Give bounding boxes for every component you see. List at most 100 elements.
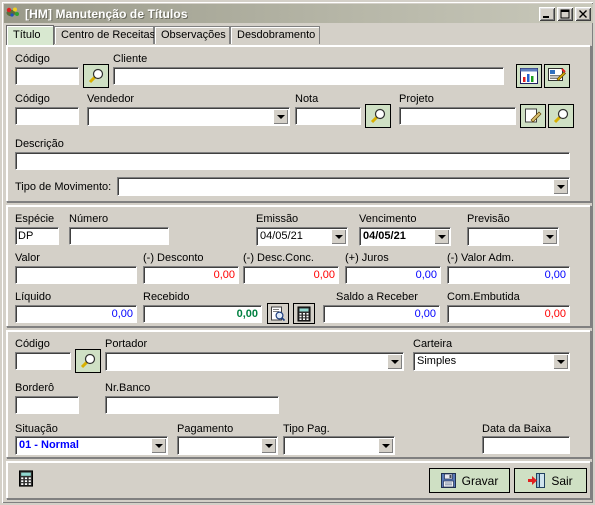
chevron-down-icon[interactable] — [378, 438, 393, 453]
nota-label: Nota — [295, 93, 319, 105]
save-label: Gravar — [461, 473, 499, 488]
codigo-label: Código — [15, 53, 50, 65]
portador-select[interactable] — [105, 352, 404, 371]
cliente-input[interactable] — [113, 67, 504, 85]
tab-titulo[interactable]: Título — [6, 25, 54, 45]
pagamento-select[interactable] — [177, 436, 278, 455]
projeto-edit-button[interactable] — [520, 104, 546, 128]
magnifier-page-icon — [271, 306, 286, 321]
projeto-search-button[interactable] — [548, 104, 574, 128]
saldo-input[interactable]: 0,00 — [323, 305, 440, 323]
situacao-label: Situação — [15, 423, 58, 435]
cliente-label: Cliente — [113, 53, 148, 65]
tab-label: Centro de Receitas — [61, 29, 156, 41]
nr-banco-label: Nr.Banco — [105, 382, 151, 394]
juros-input[interactable]: 0,00 — [345, 266, 441, 284]
vencimento-date-select[interactable]: 04/05/21 — [359, 227, 451, 246]
tab-desdobramento[interactable]: Desdobramento — [230, 26, 320, 44]
window-controls — [539, 6, 591, 21]
recebido-label: Recebido — [143, 291, 190, 303]
descricao-label: Descrição — [15, 138, 64, 150]
valor-label: Valor — [15, 252, 40, 264]
chevron-down-icon[interactable] — [331, 229, 346, 244]
numero-input[interactable] — [69, 227, 169, 245]
descricao-input[interactable] — [15, 152, 570, 170]
edit-photo-icon — [548, 68, 566, 81]
nr-banco-input[interactable] — [105, 396, 279, 414]
chevron-down-icon[interactable] — [261, 438, 276, 453]
footer-panel: Gravar Sair — [6, 461, 591, 499]
magnifier-icon — [88, 68, 104, 84]
bordero-label: Borderô — [15, 382, 55, 394]
chevron-down-icon[interactable] — [553, 179, 568, 194]
emissao-date-select[interactable]: 04/05/21 — [256, 227, 348, 246]
desc-conc-input[interactable]: 0,00 — [243, 266, 339, 284]
exit-button[interactable]: Sair — [514, 468, 587, 493]
nota-search-button[interactable] — [365, 104, 391, 128]
projeto-input[interactable] — [399, 107, 516, 125]
situacao-select[interactable]: 01 - Normal — [15, 436, 168, 455]
bordero-input[interactable] — [15, 396, 79, 414]
tab-strip: Título Centro de Receitas Observações De… — [6, 25, 591, 45]
bank-panel: Código Portador Carteira Simples Borderô… — [6, 330, 591, 458]
close-button[interactable] — [575, 6, 591, 21]
portador-codigo-input[interactable] — [15, 352, 71, 370]
footer-calculator-button[interactable] — [19, 470, 39, 490]
save-button[interactable]: Gravar — [429, 468, 510, 493]
codigo-vendedor-input[interactable] — [15, 107, 79, 125]
vendedor-select[interactable] — [87, 107, 290, 126]
projeto-label: Projeto — [399, 93, 434, 105]
chevron-down-icon[interactable] — [542, 229, 557, 244]
nota-input[interactable] — [295, 107, 361, 125]
chevron-down-icon[interactable] — [553, 354, 568, 369]
client-chart-button[interactable] — [516, 64, 542, 88]
magnifier-icon — [370, 108, 386, 124]
magnifier-icon — [80, 353, 96, 369]
especie-label: Espécie — [15, 213, 55, 225]
vencimento-value: 04/05/21 — [363, 230, 406, 242]
exit-door-icon — [528, 473, 546, 488]
data-baixa-input[interactable] — [482, 436, 570, 454]
chart-icon — [520, 68, 538, 84]
valor-input[interactable] — [15, 266, 137, 284]
maximize-button[interactable] — [557, 6, 573, 21]
minimize-button[interactable] — [539, 6, 555, 21]
emissao-value: 04/05/21 — [260, 230, 303, 242]
floppy-disk-icon — [440, 473, 456, 488]
application-window: [HM] Manutenção de Títulos Título Centro… — [0, 0, 595, 505]
valor-adm-input[interactable]: 0,00 — [447, 266, 570, 284]
carteira-select[interactable]: Simples — [413, 352, 570, 371]
previsao-label: Previsão — [467, 213, 510, 225]
chevron-down-icon[interactable] — [387, 354, 402, 369]
values-panel: Espécie DP Número Emissão 04/05/21 Venci… — [6, 205, 591, 327]
juros-label: (+) Juros — [345, 252, 389, 264]
liquido-input[interactable]: 0,00 — [15, 305, 137, 323]
tab-centro-de-receitas[interactable]: Centro de Receitas — [54, 26, 156, 44]
tipo-movimento-select[interactable] — [117, 177, 570, 196]
especie-input[interactable]: DP — [15, 227, 59, 245]
portador-search-button[interactable] — [75, 349, 101, 373]
tab-label: Observações — [161, 29, 226, 41]
carteira-value: Simples — [417, 355, 457, 367]
client-panel: Código Cliente Código Vendedor Nota Proj… — [6, 45, 591, 202]
window-title: [HM] Manutenção de Títulos — [25, 6, 188, 21]
pagamento-label: Pagamento — [177, 423, 234, 435]
codigo-search-button[interactable] — [83, 64, 109, 88]
desconto-input[interactable]: 0,00 — [143, 266, 239, 284]
codigo-vendedor-label: Código — [15, 93, 50, 105]
chevron-down-icon[interactable] — [151, 438, 166, 453]
recebido-detail-button[interactable] — [267, 303, 289, 324]
tipo-pag-select[interactable] — [283, 436, 395, 455]
chevron-down-icon[interactable] — [273, 109, 288, 124]
previsao-date-select[interactable] — [467, 227, 559, 246]
tipo-pag-label: Tipo Pag. — [283, 423, 330, 435]
tab-observacoes[interactable]: Observações — [154, 26, 230, 44]
situacao-value: 01 - Normal — [19, 439, 79, 451]
client-edit-button[interactable] — [544, 64, 570, 88]
data-baixa-label: Data da Baixa — [482, 423, 552, 435]
codigo-input[interactable] — [15, 67, 79, 85]
chevron-down-icon[interactable] — [434, 229, 449, 244]
com-embutida-input[interactable]: 0,00 — [447, 305, 570, 323]
recebido-input[interactable]: 0,00 — [143, 305, 262, 323]
recebido-calculator-button[interactable] — [293, 303, 315, 324]
